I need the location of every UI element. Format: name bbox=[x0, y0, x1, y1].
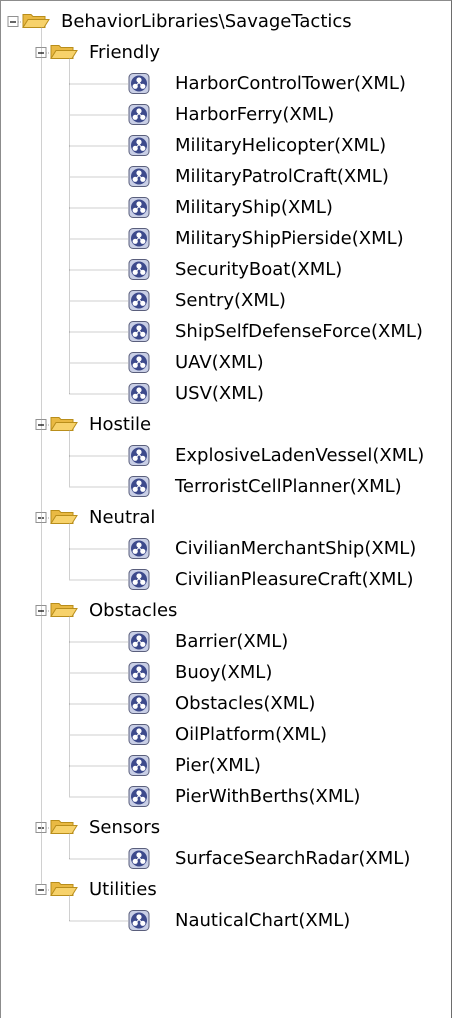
tree-folder-sensors[interactable]: Sensors bbox=[89, 812, 160, 843]
tree-item-behavior[interactable]: Barrier(XML) bbox=[175, 626, 288, 657]
behavior-network-icon bbox=[128, 445, 150, 466]
behavior-network-icon bbox=[128, 476, 150, 497]
tree-folder-neutral[interactable]: Neutral bbox=[89, 502, 155, 533]
behavior-network-icon bbox=[128, 786, 150, 807]
tree-item-behavior[interactable]: ShipSelfDefenseForce(XML) bbox=[175, 316, 423, 347]
tree-item-behavior[interactable]: CivilianPleasureCraft(XML) bbox=[175, 564, 414, 595]
tree-item-behavior[interactable]: MilitaryPatrolCraft(XML) bbox=[175, 161, 389, 192]
open-folder-icon bbox=[50, 510, 78, 524]
behavior-network-icon bbox=[128, 259, 150, 280]
tree-item-behavior[interactable]: SurfaceSearchRadar(XML) bbox=[175, 843, 410, 874]
open-folder-icon bbox=[50, 417, 78, 431]
behavior-network-icon bbox=[128, 104, 150, 125]
tree-folder-hostile[interactable]: Hostile bbox=[89, 409, 151, 440]
tree-item-behavior[interactable]: Obstacles(XML) bbox=[175, 688, 315, 719]
panel-margin-bottom bbox=[0, 1018, 463, 1027]
tree-item-behavior[interactable]: MilitaryHelicopter(XML) bbox=[175, 130, 386, 161]
tree-item-behavior[interactable]: MilitaryShip(XML) bbox=[175, 192, 333, 223]
tree-item-behavior[interactable]: CivilianMerchantShip(XML) bbox=[175, 533, 416, 564]
tree-item-behavior[interactable]: USV(XML) bbox=[175, 378, 264, 409]
open-folder-icon bbox=[50, 45, 78, 59]
tree-root-folder[interactable]: BehaviorLibraries\SavageTactics bbox=[61, 6, 352, 37]
behavior-network-icon bbox=[128, 383, 150, 404]
tree-item-behavior[interactable]: Pier(XML) bbox=[175, 750, 261, 781]
tree-item-behavior[interactable]: NauticalChart(XML) bbox=[175, 905, 350, 936]
tree-folder-obstacles[interactable]: Obstacles bbox=[89, 595, 177, 626]
open-folder-icon bbox=[50, 820, 78, 834]
tree-item-behavior[interactable]: Sentry(XML) bbox=[175, 285, 286, 316]
behavior-network-icon bbox=[128, 290, 150, 311]
behavior-network-icon bbox=[128, 197, 150, 218]
tree-item-behavior[interactable]: SecurityBoat(XML) bbox=[175, 254, 342, 285]
collapse-toggle-minus-icon[interactable] bbox=[35, 884, 47, 895]
tree-item-behavior[interactable]: TerroristCellPlanner(XML) bbox=[175, 471, 402, 502]
tree-item-behavior[interactable]: HarborControlTower(XML) bbox=[175, 68, 406, 99]
tree-item-behavior[interactable]: OilPlatform(XML) bbox=[175, 719, 327, 750]
panel-margin-right bbox=[452, 0, 463, 1027]
behavior-network-icon bbox=[128, 321, 150, 342]
behavior-network-icon bbox=[128, 166, 150, 187]
behavior-library-tree: BehaviorLibraries\SavageTactics Friendly H… bbox=[0, 0, 452, 1019]
tree-item-behavior[interactable]: UAV(XML) bbox=[175, 347, 264, 378]
behavior-network-icon bbox=[128, 538, 150, 559]
behavior-network-icon bbox=[128, 693, 150, 714]
behavior-network-icon bbox=[128, 662, 150, 683]
behavior-network-icon bbox=[128, 755, 150, 776]
behavior-network-icon bbox=[128, 848, 150, 869]
open-folder-icon bbox=[50, 603, 78, 617]
behavior-network-icon bbox=[128, 724, 150, 745]
open-folder-icon bbox=[50, 882, 78, 896]
behavior-network-icon bbox=[128, 135, 150, 156]
tree-item-behavior[interactable]: MilitaryShipPierside(XML) bbox=[175, 223, 404, 254]
tree-item-behavior[interactable]: PierWithBerths(XML) bbox=[175, 781, 360, 812]
tree-folder-friendly[interactable]: Friendly bbox=[89, 37, 160, 68]
behavior-network-icon bbox=[128, 569, 150, 590]
behavior-network-icon bbox=[128, 631, 150, 652]
tree-item-behavior[interactable]: HarborFerry(XML) bbox=[175, 99, 334, 130]
behavior-network-icon bbox=[128, 910, 150, 931]
behavior-network-icon bbox=[128, 73, 150, 94]
behavior-network-icon bbox=[128, 228, 150, 249]
tree-item-behavior[interactable]: Buoy(XML) bbox=[175, 657, 272, 688]
behavior-network-icon bbox=[128, 352, 150, 373]
open-folder-icon bbox=[22, 14, 50, 28]
tree-item-behavior[interactable]: ExplosiveLadenVessel(XML) bbox=[175, 440, 424, 471]
tree-folder-utilities[interactable]: Utilities bbox=[89, 874, 157, 905]
collapse-toggle-minus-icon[interactable] bbox=[7, 16, 19, 27]
